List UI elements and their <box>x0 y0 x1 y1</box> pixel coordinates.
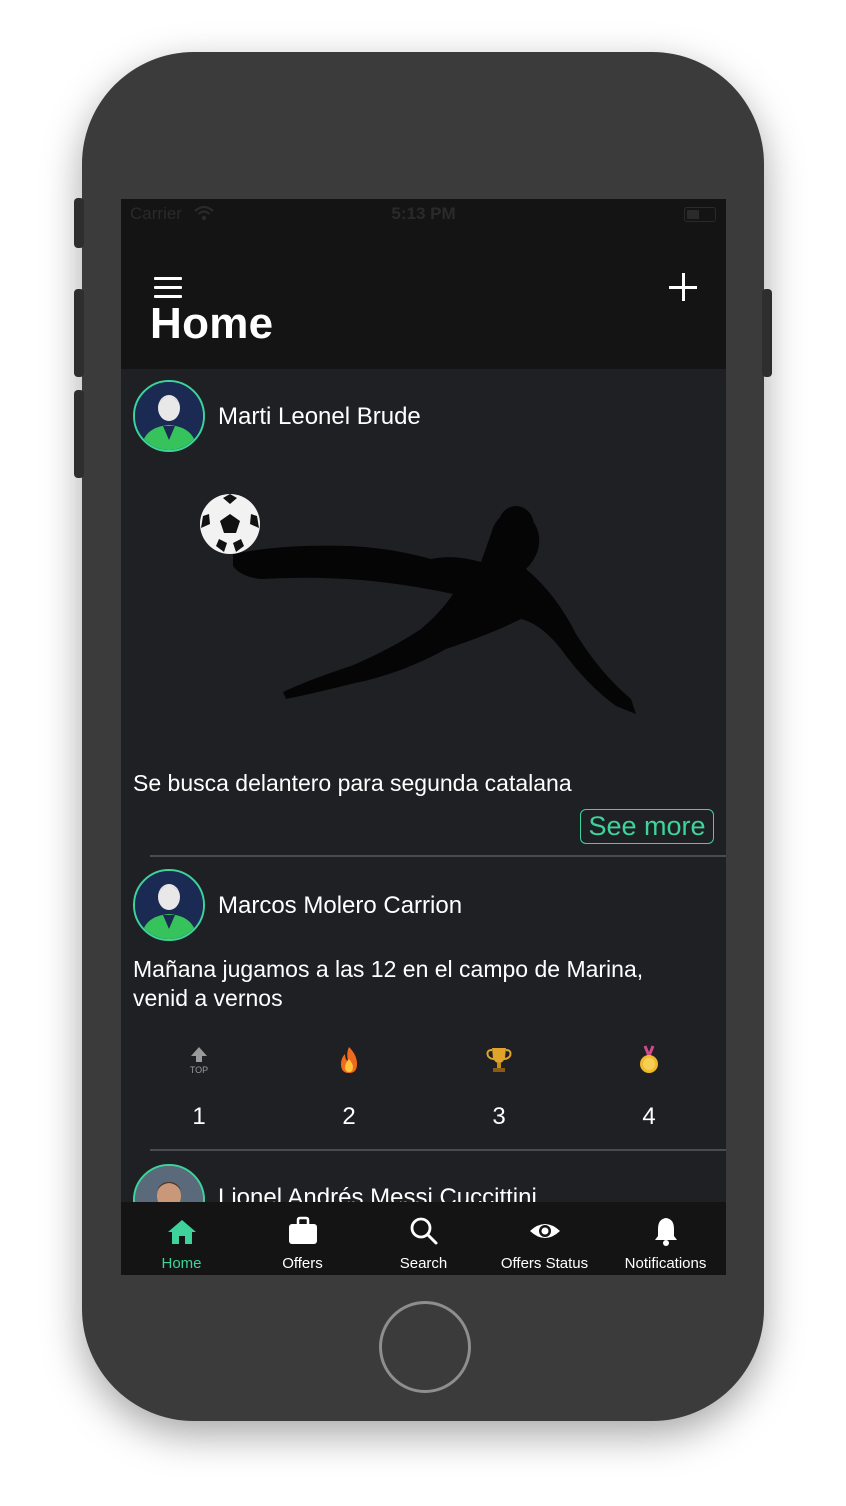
trophy-icon <box>486 1048 512 1072</box>
post-text: Mañana jugamos a las 12 en el campo de M… <box>133 956 644 1011</box>
tab-search[interactable]: Search <box>363 1202 484 1275</box>
tab-home[interactable]: Home <box>121 1202 242 1275</box>
stat-value: 4 <box>642 1103 656 1130</box>
add-post-button[interactable] <box>669 273 699 303</box>
post-author[interactable]: Lionel Andrés Messi Cuccittini <box>218 1184 537 1202</box>
post-divider <box>150 855 726 857</box>
tab-label: Notifications <box>624 1255 707 1272</box>
app-screen: Carrier 5:13 PM Home Marti Leonel Brude … <box>121 199 726 1275</box>
avatar[interactable] <box>133 380 205 452</box>
svg-text:TOP: TOP <box>190 1065 208 1075</box>
page-title: Home <box>150 299 274 348</box>
volume-up-button <box>74 289 84 377</box>
post-text: Se busca delantero para segunda catalana <box>133 770 572 796</box>
eye-icon <box>530 1224 560 1238</box>
tab-notifications[interactable]: Notifications <box>605 1202 726 1275</box>
see-more-button[interactable]: See more <box>580 809 714 844</box>
top-arrow-icon: TOP <box>190 1047 208 1075</box>
stat-value: 2 <box>342 1103 356 1130</box>
post-divider <box>150 1149 726 1151</box>
status-time: 5:13 PM <box>391 204 456 223</box>
battery-icon <box>684 207 716 222</box>
medal-icon <box>640 1045 658 1073</box>
tab-bar: Home Offers Search Offers Status Notific… <box>121 1202 726 1275</box>
player-avatar-icon <box>135 382 203 450</box>
tab-label: Offers Status <box>500 1255 589 1272</box>
post-author[interactable]: Marcos Molero Carrion <box>218 892 462 920</box>
tab-label: Home <box>161 1255 202 1272</box>
volume-down-button <box>74 390 84 478</box>
device-home-button[interactable] <box>379 1301 471 1393</box>
power-button <box>762 289 772 377</box>
tab-offers[interactable]: Offers <box>242 1202 363 1275</box>
search-icon <box>410 1217 438 1245</box>
tab-offers-status[interactable]: Offers Status <box>484 1202 605 1275</box>
bell-icon <box>655 1218 677 1246</box>
post-author[interactable]: Marti Leonel Brude <box>218 403 421 431</box>
tab-label: Offers <box>282 1255 323 1272</box>
fire-icon <box>341 1047 357 1073</box>
tab-label: Search <box>399 1255 448 1272</box>
hamburger-menu-icon[interactable] <box>154 277 182 299</box>
avatar[interactable] <box>133 1164 205 1202</box>
mute-switch <box>74 198 84 248</box>
avatar[interactable] <box>133 869 205 941</box>
feed-list[interactable]: Marti Leonel Brude Se busca delantero pa… <box>121 369 726 1202</box>
stat-value: 3 <box>492 1103 506 1130</box>
home-icon <box>168 1220 196 1244</box>
player-photo-icon <box>135 1166 203 1202</box>
player-avatar-icon <box>135 871 203 939</box>
soccer-player-image <box>200 494 636 714</box>
status-bar: Carrier 5:13 PM <box>121 199 726 229</box>
stat-value: 1 <box>192 1103 206 1130</box>
briefcase-icon <box>289 1216 317 1244</box>
